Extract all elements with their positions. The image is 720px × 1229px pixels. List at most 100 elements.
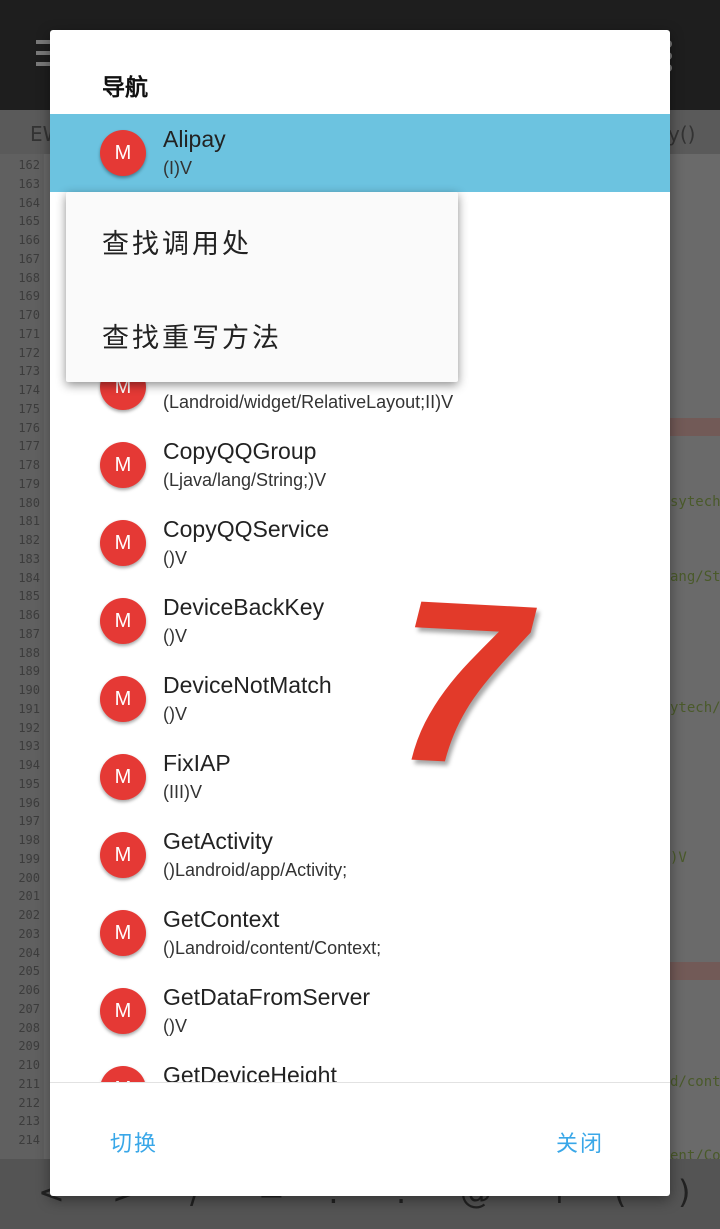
line-number: 210 [18,1058,40,1072]
line-number: 179 [18,476,40,491]
method-icon: M [100,910,146,956]
code-fragment: ang/Str [670,569,720,585]
method-list-item[interactable]: M GetActivity ()Landroid/app/Activity; [50,816,670,894]
line-number: 188 [18,645,40,660]
method-name: GetDataFromServer [163,984,371,1010]
line-number: 191 [18,701,40,716]
line-number: 194 [18,758,40,772]
switch-button[interactable]: 切换 [110,1126,158,1158]
method-list-item[interactable]: M Alipay (I)V [50,114,670,192]
menu-item-find-overrides[interactable]: 查找重写方法 [102,316,282,355]
method-name: GetDeviceHeight [163,1062,337,1082]
method-name: DeviceBackKey [163,594,325,620]
line-number: 207 [18,1001,40,1016]
method-icon: M [100,442,146,488]
line-number: 180 [18,495,40,510]
line-number: 163 [18,176,40,191]
code-fragment: sytech/ [670,494,720,510]
method-signature: ()V [163,548,187,568]
method-signature: (I)V [163,158,192,178]
line-number: 200 [18,870,40,885]
context-menu: 查找调用处 查找重写方法 [66,192,458,382]
method-list-item[interactable]: M FixIAP (III)V [50,738,670,816]
method-name: GetContext [163,906,280,932]
line-number: 172 [18,345,40,360]
method-icon: M [100,130,146,176]
line-number: 212 [18,1095,40,1110]
symbol-key[interactable]: ) [678,1173,690,1211]
method-signature: (III)V [163,782,202,802]
method-name: FixIAP [163,750,231,776]
line-number: 193 [18,739,40,754]
method-icon: M [100,754,146,800]
line-number: 195 [18,776,40,791]
code-fragment: ytech/e [670,700,720,716]
line-number: 201 [18,889,40,904]
line-number: 174 [18,383,40,397]
method-name: DeviceNotMatch [163,672,332,698]
method-signature: ()Landroid/content/Context; [163,938,382,958]
line-number: 170 [18,308,40,322]
line-number: 198 [18,833,40,847]
line-number: 211 [18,1076,40,1091]
code-separator [670,962,720,980]
close-button[interactable]: 关闭 [556,1126,604,1158]
line-number: 181 [18,514,40,529]
method-name: GetActivity [163,828,273,854]
menu-item-find-callers[interactable]: 查找调用处 [102,222,252,261]
method-list-item[interactable]: M DeviceNotMatch ()V [50,660,670,738]
line-number: 173 [18,364,40,379]
line-number: 177 [18,439,40,454]
line-number: 205 [18,964,40,979]
method-list-item[interactable]: M CopyQQGroup (Ljava/lang/String;)V [50,426,670,504]
line-number: 206 [18,983,40,997]
method-name: Alipay [163,126,226,152]
line-number: 199 [18,851,40,866]
line-number: 178 [18,458,40,472]
line-number: 209 [18,1039,40,1054]
line-number: 189 [18,664,40,679]
method-signature: ()V [163,704,187,724]
line-number: 192 [18,720,40,735]
line-number: 208 [18,1020,40,1035]
code-fragment: d/cont [670,1074,720,1090]
line-number: 184 [18,570,40,585]
method-list-item[interactable]: M GetContext ()Landroid/content/Context; [50,894,670,972]
divider [50,1082,670,1083]
tab-right[interactable]: y() [668,122,695,146]
method-list-item[interactable]: M CopyQQService ()V [50,504,670,582]
method-name: CopyQQGroup [163,438,317,464]
line-number: 203 [18,926,40,941]
line-number: 214 [18,1133,40,1147]
method-signature: ()Landroid/app/Activity; [163,860,348,880]
line-number: 169 [18,289,40,304]
code-fragment: )V [670,850,687,866]
line-number: 196 [18,795,40,810]
line-number: 185 [18,589,40,604]
method-icon: M [100,988,146,1034]
method-icon: M [100,520,146,566]
line-number-gutter: 162 163 164 165 166 167 168 169 170 171 172 173 174 1… [0,154,44,1161]
line-number: 204 [18,945,40,960]
line-number: 164 [18,195,40,210]
line-number: 165 [18,214,40,229]
method-icon: M [100,1066,146,1082]
code-separator [670,418,720,436]
line-number: 182 [18,533,40,547]
line-number: 186 [18,608,40,622]
line-number: 176 [18,420,40,435]
dialog-title: 导航 [102,74,148,101]
method-list-item[interactable]: M GetDeviceHeight [50,1050,670,1082]
method-list-item[interactable]: M GetDataFromServer ()V [50,972,670,1050]
method-signature: ()V [163,626,187,646]
line-number: 187 [18,626,40,641]
method-icon: M [100,598,146,644]
method-signature: (Landroid/widget/RelativeLayout;II)V [163,392,454,412]
line-number: 175 [18,401,40,416]
method-list-item[interactable]: M DeviceBackKey ()V [50,582,670,660]
line-number: 167 [18,251,40,266]
line-number: 190 [18,683,40,697]
line-number: 202 [18,908,40,922]
line-number: 213 [18,1114,40,1129]
method-signature: ()V [163,1016,187,1036]
